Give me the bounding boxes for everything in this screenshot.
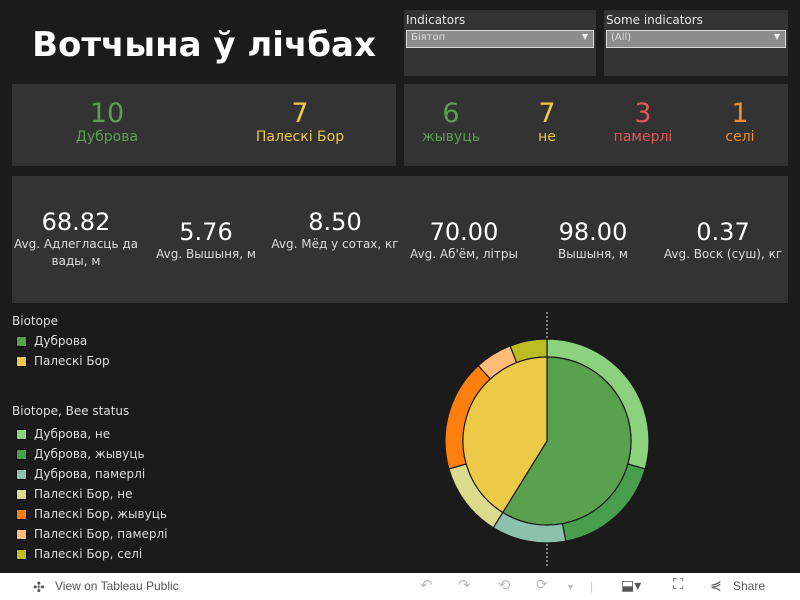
metric-label: Вышыня, м bbox=[558, 247, 628, 261]
view-on-tableau-link[interactable]: View on Tableau Public bbox=[55, 579, 179, 593]
kpi-alive: 6 жывуць bbox=[422, 98, 480, 145]
metric-value: 5.76 bbox=[179, 218, 233, 246]
legend-swatch bbox=[16, 548, 27, 560]
legend-swatch bbox=[16, 528, 27, 540]
kpi-paleski-bor: 7 Палескі Бор bbox=[256, 98, 344, 145]
biotope-legend: Biotope Дуброва Палескі Бор bbox=[12, 314, 212, 371]
indicators-dropdown[interactable]: Біятоп ▼ bbox=[406, 30, 594, 48]
biotope-status-legend: Biotope, Bee status Дуброва, не Дуброва, … bbox=[12, 404, 212, 564]
kpi-label: памерлі bbox=[613, 129, 673, 145]
legend-swatch bbox=[16, 468, 27, 480]
undo-icon[interactable]: ↶ bbox=[420, 576, 433, 594]
kpi-value: 3 bbox=[634, 98, 652, 129]
footer-toolbar: ✣ View on Tableau Public ↶ ↷ ⟲ ⟳ ▼ | ⬓▾ … bbox=[0, 573, 800, 600]
kpi-dubrova: 10 Дуброва bbox=[76, 98, 138, 145]
legend-item[interactable]: Дуброва, не bbox=[12, 424, 212, 444]
metric-value: 0.37 bbox=[696, 218, 750, 246]
metric-distance: 68.82 Avg. Адлегласць да вады, м bbox=[6, 208, 146, 270]
kpi-label: селі bbox=[725, 129, 755, 145]
share-button[interactable]: Share bbox=[733, 579, 765, 593]
some-indicators-dropdown[interactable]: (All) ▼ bbox=[606, 30, 786, 48]
legend-label: Палескі Бор bbox=[34, 354, 110, 368]
kpi-value: 1 bbox=[731, 98, 749, 129]
legend-item[interactable]: Палескі Бор bbox=[12, 351, 212, 371]
tableau-logo-icon: ✣ bbox=[33, 579, 45, 595]
indicators-filter: Indicators Біятоп ▼ bbox=[404, 10, 596, 76]
legend-swatch bbox=[16, 448, 27, 460]
status-kpi-panel: 6 жывуць 7 не 3 памерлі 1 селі bbox=[404, 84, 788, 166]
metric-label: Avg. Вышыня, м bbox=[156, 247, 256, 261]
filter-label: Indicators bbox=[406, 13, 466, 27]
legend-label: Дуброва, жывуць bbox=[34, 447, 145, 461]
metric-label: Avg. Мёд у сотах, кг bbox=[271, 237, 399, 251]
kpi-died: 3 памерлі bbox=[614, 98, 673, 145]
metric-volume: 70.00 Avg. Аб'ём, літры bbox=[394, 218, 534, 263]
legend-swatch bbox=[16, 428, 27, 440]
metric-value: 8.50 bbox=[308, 208, 362, 236]
legend-swatch bbox=[16, 488, 27, 500]
dropdown-value: (All) bbox=[611, 32, 632, 43]
filter-label: Some indicators bbox=[606, 13, 703, 27]
legend-item[interactable]: Палескі Бор, не bbox=[12, 484, 212, 504]
metric-label: Avg. Воск (суш), кг bbox=[663, 247, 783, 261]
kpi-not: 7 не bbox=[538, 98, 556, 145]
legend-item[interactable]: Дуброва, памерлі bbox=[12, 464, 212, 484]
legend-label: Палескі Бор, не bbox=[34, 487, 133, 501]
kpi-label: Дуброва bbox=[75, 129, 139, 145]
biotope-kpi-panel: 10 Дуброва 7 Палескі Бор bbox=[12, 84, 396, 166]
legend-swatch bbox=[16, 335, 27, 347]
metric-label: Avg. Аб'ём, літры bbox=[410, 247, 518, 261]
kpi-value: 7 bbox=[538, 98, 556, 129]
download-icon[interactable]: ⬓▾ bbox=[621, 577, 641, 594]
legend-title: Biotope, Bee status bbox=[12, 404, 130, 418]
chevron-down-icon[interactable]: ▼ bbox=[566, 582, 575, 592]
kpi-label: Палескі Бор bbox=[255, 129, 345, 145]
legend-title: Biotope bbox=[12, 314, 58, 328]
legend-item[interactable]: Дуброва, жывуць bbox=[12, 444, 212, 464]
donut-chart: Дуброва, не: 5Дуброва, жывуць: 3Дуброва,… bbox=[444, 312, 650, 568]
refresh-icon[interactable]: ⟳ bbox=[536, 576, 548, 593]
legend-label: Палескі Бор, памерлі bbox=[34, 527, 168, 541]
kpi-value: 6 bbox=[442, 98, 460, 129]
metric-value: 98.00 bbox=[558, 218, 628, 246]
kpi-settled: 1 селі bbox=[725, 98, 754, 145]
metric-wax: 0.37 Avg. Воск (суш), кг bbox=[658, 218, 788, 263]
chevron-down-icon: ▼ bbox=[581, 32, 588, 41]
dashboard-title: Вотчына ў лічбах bbox=[32, 25, 376, 65]
kpi-label: жывуць bbox=[422, 129, 480, 145]
legend-label: Дуброва, не bbox=[34, 427, 111, 441]
legend-item[interactable]: Дуброва bbox=[12, 331, 212, 351]
legend-item[interactable]: Палескі Бор, жывуць bbox=[12, 504, 212, 524]
metrics-panel: 68.82 Avg. Адлегласць да вады, м 5.76 Avg.… bbox=[12, 176, 788, 303]
legend-label: Дуброва, памерлі bbox=[34, 467, 146, 481]
metric-max-height: 98.00 Вышыня, м bbox=[523, 218, 663, 263]
dropdown-value: Біятоп bbox=[411, 32, 446, 43]
divider: | bbox=[590, 579, 594, 593]
revert-icon[interactable]: ⟲ bbox=[498, 576, 511, 594]
some-indicators-filter: Some indicators (All) ▼ bbox=[604, 10, 788, 76]
legend-swatch bbox=[16, 508, 27, 520]
kpi-value: 7 bbox=[291, 98, 309, 129]
share-icon[interactable]: ⋞ bbox=[710, 577, 722, 594]
legend-label: Палескі Бор, жывуць bbox=[34, 507, 167, 521]
redo-icon[interactable]: ↷ bbox=[458, 576, 471, 594]
legend-label: Палескі Бор, селі bbox=[34, 547, 143, 561]
legend-label: Дуброва bbox=[34, 334, 88, 348]
metric-value: 70.00 bbox=[429, 218, 499, 246]
metric-label: Avg. Адлегласць да вады, м bbox=[13, 237, 139, 268]
metric-value: 68.82 bbox=[41, 208, 111, 236]
metric-honey: 8.50 Avg. Мёд у сотах, кг bbox=[265, 208, 405, 253]
legend-item[interactable]: Палескі Бор, памерлі bbox=[12, 524, 212, 544]
fullscreen-icon[interactable]: ⛶ bbox=[673, 576, 684, 593]
kpi-label: не bbox=[538, 129, 556, 145]
chevron-down-icon: ▼ bbox=[773, 32, 780, 41]
legend-item[interactable]: Палескі Бор, селі bbox=[12, 544, 212, 564]
legend-swatch bbox=[16, 355, 27, 367]
metric-height: 5.76 Avg. Вышыня, м bbox=[136, 218, 276, 263]
kpi-value: 10 bbox=[89, 98, 125, 129]
